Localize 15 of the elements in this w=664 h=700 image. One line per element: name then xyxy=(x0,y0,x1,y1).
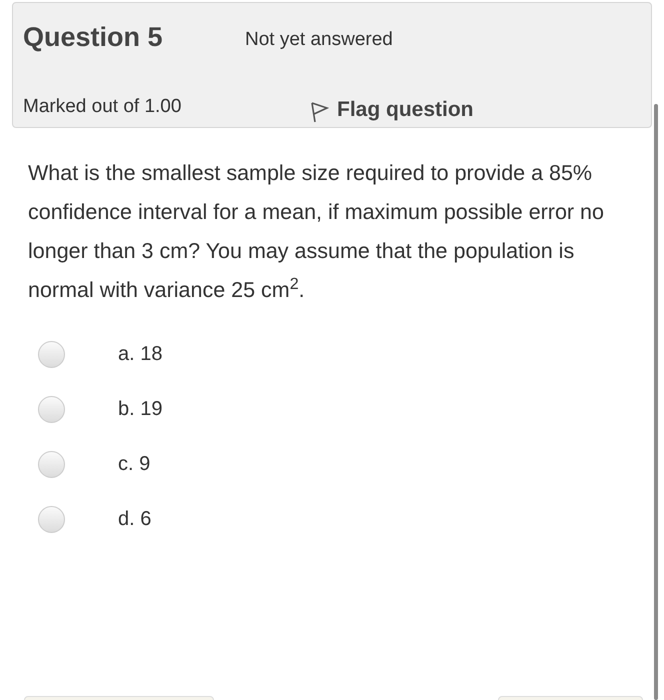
radio-button[interactable] xyxy=(38,396,65,422)
answer-option[interactable]: b. 19 xyxy=(38,395,162,423)
flag-icon xyxy=(309,100,329,124)
radio-button[interactable] xyxy=(38,506,65,532)
marks-text: Marked out of 1.00 xyxy=(23,94,182,118)
answer-option[interactable]: d. 6 xyxy=(38,505,152,533)
answer-option[interactable]: c. 9 xyxy=(38,450,150,478)
radio-button[interactable] xyxy=(38,450,65,478)
answer-option[interactable]: a. 18 xyxy=(38,340,162,368)
question-text: What is the smallest sample size required to provide a 85% confidence interval for a mean, if maximum possible error no longer than 3 cm? You may assume that the population is normal with variance 25 cm$^{2}$. xyxy=(28,160,605,304)
question-number: Question 5 xyxy=(23,21,164,54)
scrollbar[interactable] xyxy=(654,104,658,700)
question-status: Not yet answered xyxy=(245,28,394,52)
radio-button[interactable] xyxy=(38,340,65,368)
flag-question-button[interactable]: Flag question xyxy=(309,94,641,127)
